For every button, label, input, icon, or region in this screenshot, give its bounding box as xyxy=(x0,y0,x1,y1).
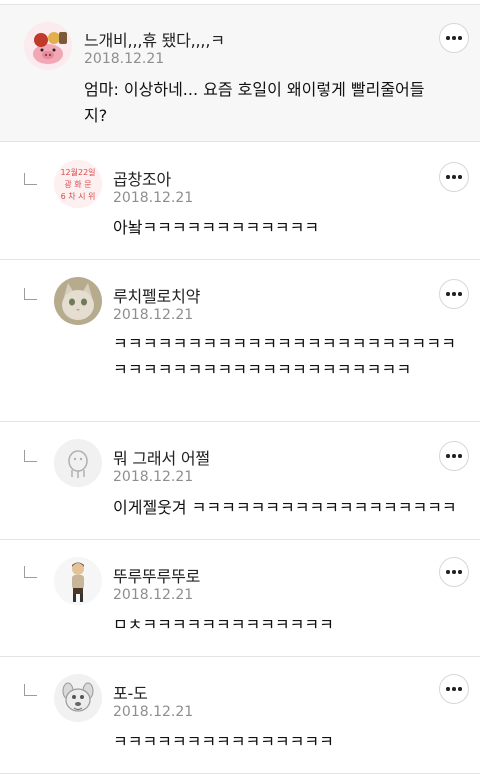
more-options-button[interactable] xyxy=(439,279,469,309)
comment-date: 2018.12.21 xyxy=(113,469,194,485)
stamp-line: 6 차 시 위 xyxy=(61,192,96,201)
comment-text: ㅋㅋㅋㅋㅋㅋㅋㅋㅋㅋㅋㅋㅋㅋㅋㅋㅋㅋㅋㅋㅋㅋㅋㅋㅋㅋㅋㅋㅋㅋㅋㅋㅋㅋㅋㅋㅋㅋㅋㅋ… xyxy=(113,334,457,379)
comment-text: 엄마: 이상하네... 요즘 호일이 왜이렇게 빨리줄어들지? xyxy=(84,80,425,125)
dot-icon xyxy=(446,454,450,458)
dot-icon xyxy=(452,454,456,458)
dot-icon xyxy=(458,36,462,40)
comment-date: 2018.12.21 xyxy=(113,587,194,603)
reply-arrow-icon xyxy=(24,450,37,462)
dot-icon xyxy=(446,687,450,691)
comment-text: ㅋㅋㅋㅋㅋㅋㅋㅋㅋㅋㅋㅋㅋㅋㅋ xyxy=(113,732,334,751)
reply-arrow-icon xyxy=(24,684,37,696)
dot-icon xyxy=(452,175,456,179)
dot-icon xyxy=(452,570,456,574)
comment-item: 느개비,,,휴 됐다,,,,ㅋ 2018.12.21 엄마: 이상하네... 요… xyxy=(0,5,480,141)
reply-arrow-icon xyxy=(24,173,37,185)
dot-icon xyxy=(446,570,450,574)
dot-icon xyxy=(458,454,462,458)
comment-author[interactable]: 루치펠로치약 xyxy=(113,283,200,307)
stamp-line: 12월22일 xyxy=(60,167,95,177)
dot-icon xyxy=(452,687,456,691)
comment-author[interactable]: 뚜루뚜루뚜로 xyxy=(113,563,200,587)
dot-icon xyxy=(446,175,450,179)
person-figure-icon[interactable] xyxy=(54,557,102,605)
dot-icon xyxy=(446,292,450,296)
divider xyxy=(0,773,480,774)
reply-arrow-icon xyxy=(24,566,37,578)
dog-character-icon[interactable] xyxy=(54,674,102,722)
more-options-button[interactable] xyxy=(439,557,469,587)
reply-item: 포-도 2018.12.21 ㅋㅋㅋㅋㅋㅋㅋㅋㅋㅋㅋㅋㅋㅋㅋ xyxy=(0,657,480,773)
comment-author[interactable]: 뭐 그래서 어쩔 xyxy=(113,445,210,469)
reply-item: 루치펠로치약 2018.12.21 ㅋㅋㅋㅋㅋㅋㅋㅋㅋㅋㅋㅋㅋㅋㅋㅋㅋㅋㅋㅋㅋㅋ… xyxy=(0,260,480,421)
comment-feed: 느개비,,,휴 됐다,,,,ㅋ 2018.12.21 엄마: 이상하네... 요… xyxy=(0,0,480,780)
comment-author[interactable]: 포-도 xyxy=(113,680,148,704)
reply-arrow-icon xyxy=(24,288,37,300)
reply-item: 뭐 그래서 어쩔 2018.12.21 이게젤웃겨 ㅋㅋㅋㅋㅋㅋㅋㅋㅋㅋㅋㅋㅋㅋ… xyxy=(0,422,480,539)
cat-photo-icon[interactable] xyxy=(54,277,102,325)
default-character-icon[interactable] xyxy=(54,439,102,487)
reply-item: 뚜루뚜루뚜로 2018.12.21 ㅁㅊㅋㅋㅋㅋㅋㅋㅋㅋㅋㅋㅋㅋㅋ xyxy=(0,540,480,656)
comment-author[interactable]: 느개비,,,휴 됐다,,,,ㅋ xyxy=(84,27,225,51)
dot-icon xyxy=(458,175,462,179)
more-options-button[interactable] xyxy=(439,162,469,192)
comment-text: 이게젤웃겨 ㅋㅋㅋㅋㅋㅋㅋㅋㅋㅋㅋㅋㅋㅋㅋㅋㅋㅋ xyxy=(113,498,457,517)
comment-date: 2018.12.21 xyxy=(113,307,194,323)
dot-icon xyxy=(452,292,456,296)
dot-icon xyxy=(458,292,462,296)
comment-date: 2018.12.21 xyxy=(113,190,194,206)
pig-character-icon[interactable] xyxy=(24,22,72,70)
comment-date: 2018.12.21 xyxy=(113,704,194,720)
more-options-button[interactable] xyxy=(439,674,469,704)
stamp-line: 광 화 문 xyxy=(64,179,91,189)
red-text-stamp-icon[interactable]: 12월22일 광 화 문 6 차 시 위 xyxy=(54,160,102,208)
dot-icon xyxy=(458,687,462,691)
reply-item: 12월22일 광 화 문 6 차 시 위 곱창조아 2018.12.21 아놬ㅋ… xyxy=(0,142,480,259)
comment-text: ㅁㅊㅋㅋㅋㅋㅋㅋㅋㅋㅋㅋㅋㅋㅋ xyxy=(113,615,334,634)
comment-author[interactable]: 곱창조아 xyxy=(113,166,171,190)
dot-icon xyxy=(446,36,450,40)
more-options-button[interactable] xyxy=(439,441,469,471)
dot-icon xyxy=(452,36,456,40)
comment-text: 아놬ㅋㅋㅋㅋㅋㅋㅋㅋㅋㅋㅋㅋ xyxy=(113,218,320,237)
comment-date: 2018.12.21 xyxy=(84,51,165,67)
more-options-button[interactable] xyxy=(439,23,469,53)
dot-icon xyxy=(458,570,462,574)
